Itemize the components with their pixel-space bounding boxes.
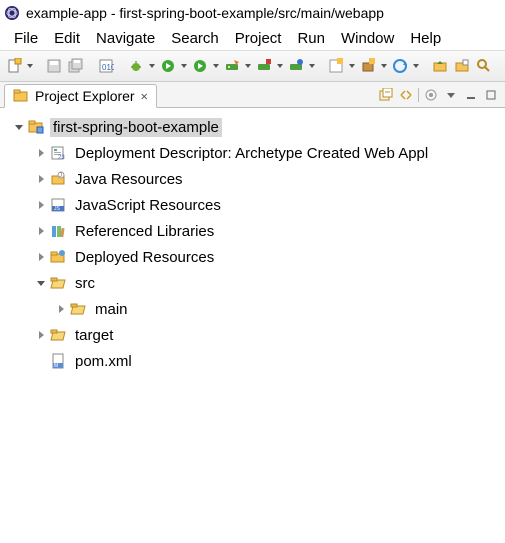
- maximize-icon[interactable]: [483, 87, 499, 103]
- debug-button[interactable]: [126, 55, 146, 77]
- tree-row[interactable]: Referenced Libraries: [6, 218, 505, 244]
- eclipse-logo-icon: [4, 5, 20, 21]
- debug-dropdown[interactable]: [148, 64, 156, 68]
- java-resources-icon: J: [50, 171, 66, 187]
- publish-server-dropdown[interactable]: [308, 64, 316, 68]
- js-resources-icon: JS: [50, 197, 66, 213]
- new-java-dropdown[interactable]: [348, 64, 356, 68]
- stop-server-button[interactable]: [254, 55, 274, 77]
- folder-open-icon: [50, 327, 66, 343]
- new-package-button[interactable]: [358, 55, 378, 77]
- twisty-collapsed-icon[interactable]: [34, 198, 48, 212]
- menu-window[interactable]: Window: [333, 28, 402, 49]
- twisty-expanded-icon[interactable]: [12, 120, 26, 134]
- tree-label: src: [72, 274, 98, 293]
- project-explorer-tab[interactable]: Project Explorer ✕: [4, 84, 157, 108]
- stop-server-dropdown[interactable]: [276, 64, 284, 68]
- tree-row[interactable]: target: [6, 322, 505, 348]
- open-type-button[interactable]: [430, 55, 450, 77]
- menu-search[interactable]: Search: [163, 28, 227, 49]
- deployed-resources-icon: [50, 249, 66, 265]
- tree-row[interactable]: Mpom.xml: [6, 348, 505, 374]
- search-button[interactable]: [474, 55, 494, 77]
- tree-row[interactable]: 23 Deployment Descriptor: Archetype Creat…: [6, 140, 505, 166]
- project-explorer-icon: [13, 88, 29, 104]
- project-explorer-label: Project Explorer: [35, 88, 135, 104]
- sync-button[interactable]: [390, 55, 410, 77]
- xml-file-icon: M: [50, 353, 66, 369]
- sync-dropdown[interactable]: [412, 64, 420, 68]
- project-tree: first-spring-boot-example 23 Deployment De…: [0, 108, 505, 374]
- run-on-server-button[interactable]: [222, 55, 242, 77]
- tree-row-root[interactable]: first-spring-boot-example: [6, 114, 505, 140]
- twisty-collapsed-icon[interactable]: [34, 328, 48, 342]
- save-button[interactable]: [44, 55, 64, 77]
- svg-text:010: 010: [102, 63, 114, 72]
- twisty-collapsed-icon[interactable]: [34, 250, 48, 264]
- menu-run[interactable]: Run: [289, 28, 333, 49]
- new-java-button[interactable]: [326, 55, 346, 77]
- binary-view-button[interactable]: 010: [96, 55, 116, 77]
- twisty-collapsed-icon[interactable]: [34, 172, 48, 186]
- deploy-descriptor-icon: 23: [50, 145, 66, 161]
- folder-open-icon: [50, 275, 66, 291]
- focus-task-icon[interactable]: [423, 87, 439, 103]
- svg-text:JS: JS: [54, 206, 61, 212]
- panel-toolbar: [378, 87, 505, 103]
- twisty-collapsed-icon[interactable]: [54, 302, 68, 316]
- window-title: example-app - first-spring-boot-example/…: [26, 5, 384, 21]
- link-editor-icon[interactable]: [398, 87, 414, 103]
- view-menu-icon[interactable]: [443, 87, 459, 103]
- tree-label: main: [92, 300, 131, 319]
- tree-row[interactable]: JS JavaScript Resources: [6, 192, 505, 218]
- tree-label: Deployed Resources: [72, 248, 217, 267]
- tree-label: target: [72, 326, 116, 345]
- main-toolbar: 010: [0, 50, 505, 82]
- minimize-icon[interactable]: [463, 87, 479, 103]
- tree-label: Referenced Libraries: [72, 222, 217, 241]
- window-titlebar: example-app - first-spring-boot-example/…: [0, 0, 505, 26]
- run-dropdown[interactable]: [180, 64, 188, 68]
- menu-navigate[interactable]: Navigate: [88, 28, 163, 49]
- new-package-dropdown[interactable]: [380, 64, 388, 68]
- ref-libraries-icon: [50, 223, 66, 239]
- svg-text:M: M: [54, 363, 58, 369]
- menu-help[interactable]: Help: [402, 28, 449, 49]
- tree-row[interactable]: src: [6, 270, 505, 296]
- menu-edit[interactable]: Edit: [46, 28, 88, 49]
- tree-label: Java Resources: [72, 170, 186, 189]
- tree-label: JavaScript Resources: [72, 196, 224, 215]
- tree-row[interactable]: Deployed Resources: [6, 244, 505, 270]
- tree-label: first-spring-boot-example: [50, 118, 222, 137]
- svg-text:J: J: [59, 173, 62, 179]
- menu-project[interactable]: Project: [227, 28, 290, 49]
- collapse-all-icon[interactable]: [378, 87, 394, 103]
- twisty-collapsed-icon[interactable]: [34, 146, 48, 160]
- project-icon: [28, 119, 44, 135]
- new-button[interactable]: [4, 55, 24, 77]
- svg-text:23: 23: [58, 155, 65, 161]
- folder-open-icon: [70, 301, 86, 317]
- open-task-button[interactable]: [452, 55, 472, 77]
- tree-label: pom.xml: [72, 352, 135, 371]
- close-icon[interactable]: ✕: [141, 89, 148, 103]
- tree-row[interactable]: J Java Resources: [6, 166, 505, 192]
- run-on-server-dropdown[interactable]: [244, 64, 252, 68]
- panel-tabbar: Project Explorer ✕: [0, 82, 505, 108]
- publish-server-button[interactable]: [286, 55, 306, 77]
- run-button[interactable]: [158, 55, 178, 77]
- tree-row[interactable]: main: [6, 296, 505, 322]
- new-dropdown[interactable]: [26, 64, 34, 68]
- menu-file[interactable]: File: [6, 28, 46, 49]
- save-all-button[interactable]: [66, 55, 86, 77]
- tree-label: Deployment Descriptor: Archetype Created…: [72, 144, 431, 163]
- twisty-collapsed-icon[interactable]: [34, 224, 48, 238]
- run-last-dropdown[interactable]: [212, 64, 220, 68]
- twisty-expanded-icon[interactable]: [34, 276, 48, 290]
- run-last-button[interactable]: [190, 55, 210, 77]
- menubar: File Edit Navigate Search Project Run Wi…: [0, 26, 505, 50]
